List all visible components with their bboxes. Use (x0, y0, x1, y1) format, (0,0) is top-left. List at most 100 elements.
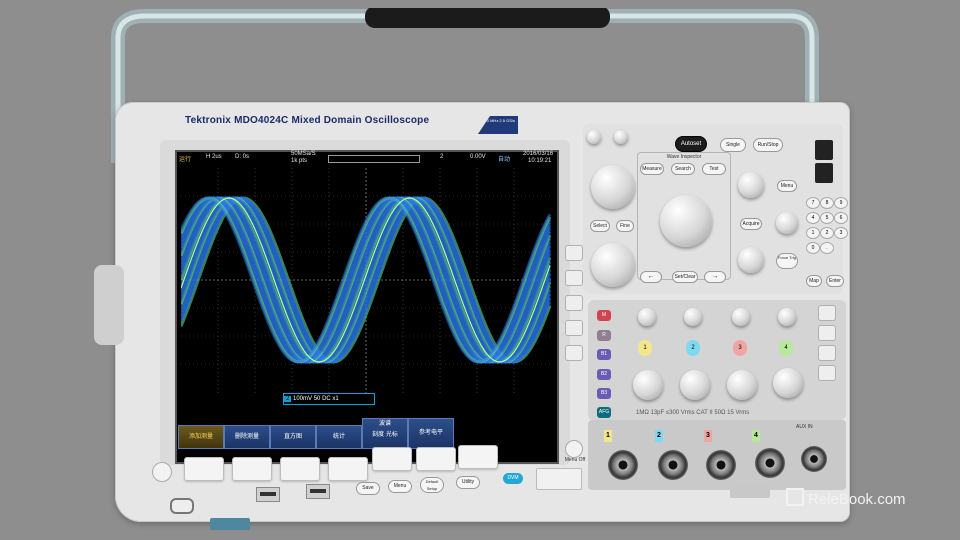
softkey-1[interactable]: 添加测量 (178, 425, 224, 449)
softkey-3[interactable]: 直方图 (270, 425, 316, 449)
toggle-switch-2[interactable] (815, 163, 833, 183)
math-button[interactable]: M (597, 310, 611, 321)
front-button-right[interactable] (536, 468, 582, 490)
vert-side-button-4[interactable] (818, 365, 836, 381)
side-button-2[interactable] (565, 270, 583, 286)
ref-button[interactable]: R (597, 330, 611, 341)
keypad-key[interactable]: 8 (820, 197, 834, 209)
map-button[interactable]: Map (806, 275, 822, 287)
bezel-button-5[interactable] (372, 447, 412, 471)
multipurpose-knob-b[interactable] (591, 243, 635, 287)
horizontal-position-knob[interactable] (738, 247, 764, 273)
bezel-button-6[interactable] (416, 447, 456, 471)
bezel-button-2[interactable] (232, 457, 272, 481)
side-button-4[interactable] (565, 320, 583, 336)
vert-side-button-3[interactable] (818, 345, 836, 361)
ch1-bnc-input[interactable] (608, 450, 638, 480)
bus3-button[interactable]: B3 (597, 388, 611, 399)
softkey-2[interactable]: 删除测量 (224, 425, 270, 449)
bezel-button-4[interactable] (328, 457, 368, 481)
prev-button[interactable]: ← (640, 271, 662, 283)
pan-zoom-knob[interactable] (660, 195, 712, 247)
bezel-button-1[interactable] (184, 457, 224, 481)
usb-port-2[interactable] (306, 484, 330, 499)
acquire-button[interactable]: Acquire (740, 218, 762, 230)
ch2-bnc-input[interactable] (658, 450, 688, 480)
enter-button[interactable]: Enter (826, 275, 844, 287)
select-button[interactable]: Select (590, 220, 610, 232)
usb-port-1[interactable] (256, 487, 280, 502)
channel-readout[interactable]: 2 100mV 50 DC x1 (283, 393, 375, 405)
side-button-3[interactable] (565, 295, 583, 311)
ch4-bnc-input[interactable] (755, 448, 785, 478)
ch4-scale-knob[interactable] (773, 368, 803, 398)
keypad-key[interactable]: 2 (820, 227, 834, 239)
autoset-button[interactable]: Autoset (675, 136, 707, 152)
vertical-section (588, 300, 846, 420)
keypad-key[interactable]: 6 (834, 212, 848, 224)
trigger-level-knob[interactable] (738, 172, 764, 198)
keypad-key[interactable]: 5 (820, 212, 834, 224)
bus1-button[interactable]: B1 (597, 349, 611, 360)
multipurpose-knob-a[interactable] (591, 165, 635, 209)
menu-button[interactable]: Menu (388, 480, 412, 493)
bezel-button-7[interactable] (458, 445, 498, 469)
softkey-4[interactable]: 统计 (316, 425, 362, 449)
side-button-1[interactable] (565, 245, 583, 261)
bezel-button-3[interactable] (280, 457, 320, 481)
record-points: 1k pts (291, 158, 308, 164)
ch4-button[interactable]: 4 (779, 340, 793, 356)
ch3-scale-knob[interactable] (727, 370, 757, 400)
ch1-button[interactable]: 1 (638, 340, 652, 356)
intensity-knob[interactable] (587, 130, 601, 144)
keypad-key[interactable]: 1 (806, 227, 820, 239)
record-view-bar (328, 155, 420, 163)
test-button[interactable]: Test (702, 163, 726, 175)
toggle-switch-1[interactable] (815, 140, 833, 160)
utility-button[interactable]: Utility (456, 476, 480, 489)
vert-side-button-1[interactable] (818, 305, 836, 321)
brand-name: Tektronix (185, 115, 232, 126)
next-button[interactable]: → (704, 271, 726, 283)
save-button[interactable]: Save (356, 482, 380, 495)
run-stop-button[interactable]: Run/Stop (753, 138, 783, 152)
ch1-position-knob[interactable] (638, 308, 656, 326)
search-button[interactable]: Search (671, 163, 695, 175)
softkey-5[interactable]: 波谱 刻度 光标 (362, 418, 408, 449)
keypad-key[interactable]: 3 (834, 227, 848, 239)
delay-readout: D: 0s (235, 154, 250, 160)
keypad-key[interactable]: . (820, 242, 834, 254)
ch2-scale-knob[interactable] (680, 370, 710, 400)
waveform-display[interactable] (181, 168, 551, 393)
force-trig-button[interactable]: Force Trig (776, 253, 798, 269)
bus2-button[interactable]: B2 (597, 369, 611, 380)
ch3-bnc-input[interactable] (706, 450, 736, 480)
ch4-position-knob[interactable] (778, 308, 796, 326)
ch1-scale-knob[interactable] (633, 370, 663, 400)
keypad-key[interactable]: 4 (806, 212, 820, 224)
softkey-5-label: 波谱 (378, 421, 391, 427)
horizontal-scale-knob[interactable] (776, 212, 798, 234)
measure-button[interactable]: Measure (640, 163, 664, 175)
dvm-button[interactable]: DVM (503, 473, 523, 484)
cursor-knob[interactable] (614, 130, 628, 144)
ch2-position-knob[interactable] (684, 308, 702, 326)
ch3-button[interactable]: 3 (733, 340, 747, 356)
trigger-menu-button[interactable]: Menu (777, 180, 797, 192)
single-button[interactable]: Single (720, 138, 746, 152)
keypad-key[interactable]: 0 (806, 242, 820, 254)
power-button[interactable] (152, 462, 172, 482)
afg-button[interactable]: AFG (597, 407, 611, 418)
ch3-position-knob[interactable] (732, 308, 750, 326)
aux-bnc-input[interactable] (801, 446, 827, 472)
fine-button[interactable]: Fine (616, 220, 634, 232)
menu-off-button[interactable] (565, 440, 583, 458)
default-setup-button[interactable]: Default Setup (420, 477, 444, 493)
keypad-key[interactable]: 7 (806, 197, 820, 209)
vert-side-button-2[interactable] (818, 325, 836, 341)
set-clear-button[interactable]: Set/Clear (672, 271, 698, 283)
softkey-6[interactable]: 参考电平 (408, 418, 454, 449)
side-button-5[interactable] (565, 345, 583, 361)
keypad-key[interactable]: 9 (834, 197, 848, 209)
ch2-button[interactable]: 2 (686, 340, 700, 356)
